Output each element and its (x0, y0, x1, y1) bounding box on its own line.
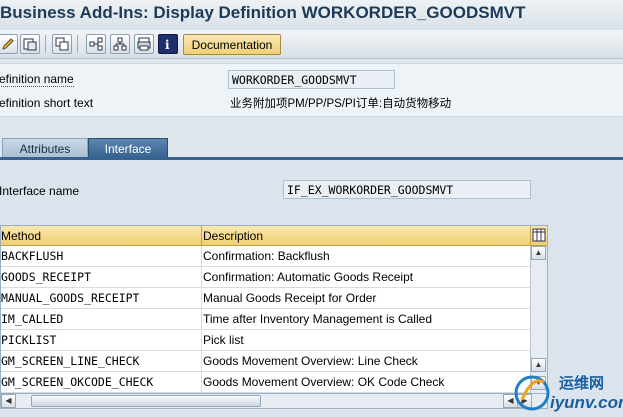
method-cell[interactable]: MANUAL_GOODS_RECEIPT (1, 291, 201, 305)
description-cell: Confirmation: Automatic Goods Receipt (203, 270, 414, 284)
table-row[interactable]: BACKFLUSH Confirmation: Backflush (1, 246, 530, 267)
watermark: 运维网 iyunv.com (512, 368, 623, 417)
print-icon[interactable] (134, 34, 154, 54)
table-row[interactable]: PICKLIST Pick list (1, 330, 530, 351)
display-change-icon[interactable] (0, 34, 18, 54)
horizontal-scrollbar[interactable]: ◀ ◀ ▶ (0, 393, 548, 409)
info-icon[interactable]: i (158, 34, 178, 54)
definition-name-label: efinition name (0, 72, 74, 87)
toolbar-separator (77, 35, 78, 53)
scroll-left-button[interactable]: ◀ (1, 394, 16, 408)
watermark-text-cn: 运维网 (559, 375, 605, 392)
cell-divider (201, 267, 202, 288)
definition-name-field[interactable]: WORKORDER_GOODSMVT (228, 70, 395, 89)
table-row[interactable]: GOODS_RECEIPT Confirmation: Automatic Go… (1, 267, 530, 288)
method-cell[interactable]: BACKFLUSH (1, 249, 201, 263)
table-settings-icon[interactable] (530, 226, 547, 246)
cell-divider (201, 351, 202, 372)
check-icon[interactable] (52, 34, 72, 54)
method-cell[interactable]: GOODS_RECEIPT (1, 270, 201, 284)
definition-panel: efinition name WORKORDER_GOODSMVT efinit… (0, 63, 623, 117)
table-row[interactable]: MANUAL_GOODS_RECEIPT Manual Goods Receip… (1, 288, 530, 309)
hierarchy-icon[interactable] (110, 34, 130, 54)
tab-interface[interactable]: Interface (88, 138, 168, 158)
description-cell: Goods Movement Overview: Line Check (203, 354, 418, 368)
horizontal-scroll-thumb[interactable] (31, 395, 261, 407)
methods-table: Method Description BACKFLUSH Confirmatio… (0, 225, 548, 393)
cell-divider (201, 246, 202, 267)
application-toolbar: i Documentation (0, 30, 623, 59)
table-row[interactable]: GM_SCREEN_OKCODE_CHECK Goods Movement Ov… (1, 372, 530, 393)
scroll-up-button[interactable]: ▲ (531, 246, 546, 260)
definition-short-text-label: efinition short text (0, 96, 94, 110)
table-row[interactable]: GM_SCREEN_LINE_CHECK Goods Movement Over… (1, 351, 530, 372)
method-cell[interactable]: GM_SCREEN_LINE_CHECK (1, 354, 201, 368)
column-header-method[interactable]: Method (1, 229, 41, 243)
watermark-text-en: iyunv.com (550, 393, 623, 412)
documentation-button[interactable]: Documentation (183, 34, 281, 55)
window-title: Business Add-Ins: Display Definition WOR… (0, 3, 526, 22)
cell-divider (201, 330, 202, 351)
interface-name-field[interactable]: IF_EX_WORKORDER_GOODSMVT (283, 180, 531, 199)
other-object-icon[interactable] (20, 34, 40, 54)
method-cell[interactable]: IM_CALLED (1, 312, 201, 326)
method-cell[interactable]: PICKLIST (1, 333, 201, 347)
description-cell: Time after Inventory Management is Calle… (203, 312, 432, 326)
cell-divider (201, 309, 202, 330)
where-used-icon[interactable] (86, 34, 106, 54)
definition-short-text-value: 业务附加项PM/PP/PS/PI订单:自动货物移动 (230, 98, 452, 110)
column-divider[interactable] (201, 226, 202, 245)
method-cell[interactable]: GM_SCREEN_OKCODE_CHECK (1, 375, 201, 389)
title-bar: Business Add-Ins: Display Definition WOR… (0, 0, 623, 30)
description-cell: Confirmation: Backflush (203, 249, 330, 263)
svg-text:i: i (165, 38, 170, 51)
toolbar-separator (45, 35, 46, 53)
table-row[interactable]: IM_CALLED Time after Inventory Managemen… (1, 309, 530, 330)
column-header-description[interactable]: Description (203, 229, 263, 243)
description-cell: Manual Goods Receipt for Order (203, 291, 377, 305)
cell-divider (201, 372, 202, 393)
description-cell: Pick list (203, 333, 244, 347)
cell-divider (201, 288, 202, 309)
interface-name-label: Interface name (0, 184, 80, 198)
description-cell: Goods Movement Overview: OK Code Check (203, 375, 445, 389)
tab-attributes[interactable]: Attributes (2, 138, 88, 158)
table-header: Method Description (1, 226, 530, 246)
